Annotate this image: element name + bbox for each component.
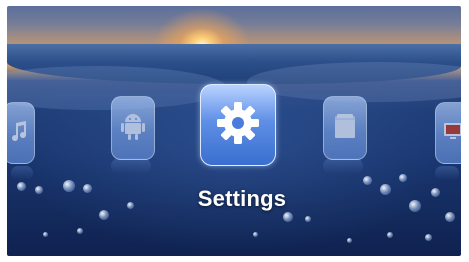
menu-item-settings[interactable] bbox=[200, 84, 276, 166]
bubble bbox=[431, 188, 440, 197]
bubble bbox=[425, 234, 432, 241]
selected-item-label: Settings bbox=[197, 186, 287, 211]
bubble bbox=[347, 238, 352, 243]
menu-item-video[interactable] bbox=[435, 102, 461, 164]
bubble bbox=[35, 186, 43, 194]
menu-screen: Settings bbox=[7, 6, 461, 256]
menu-item-android[interactable] bbox=[111, 96, 155, 160]
tile-reflection bbox=[435, 166, 459, 180]
bubble bbox=[83, 184, 92, 193]
bubble bbox=[253, 232, 258, 237]
bubble bbox=[17, 182, 26, 191]
bubble bbox=[99, 210, 109, 220]
bubble bbox=[387, 232, 393, 238]
tile-reflection bbox=[11, 166, 33, 180]
bubble bbox=[445, 212, 455, 222]
folder-icon bbox=[332, 111, 358, 146]
monitor-icon bbox=[442, 120, 461, 147]
android-icon bbox=[120, 111, 146, 146]
bubble bbox=[43, 232, 48, 237]
bubble bbox=[283, 212, 293, 222]
bubble bbox=[305, 216, 311, 222]
bubble bbox=[399, 174, 407, 182]
bubble bbox=[77, 228, 83, 234]
bubble bbox=[363, 176, 372, 185]
bubble bbox=[380, 184, 391, 195]
menu-item-folder[interactable] bbox=[323, 96, 367, 160]
tile-reflection bbox=[323, 158, 363, 174]
menu-item-music[interactable] bbox=[7, 102, 35, 164]
bubble bbox=[409, 200, 421, 212]
gear-icon bbox=[215, 100, 261, 151]
music-icon bbox=[11, 120, 27, 147]
bubble bbox=[63, 180, 75, 192]
tile-reflection bbox=[111, 158, 151, 174]
